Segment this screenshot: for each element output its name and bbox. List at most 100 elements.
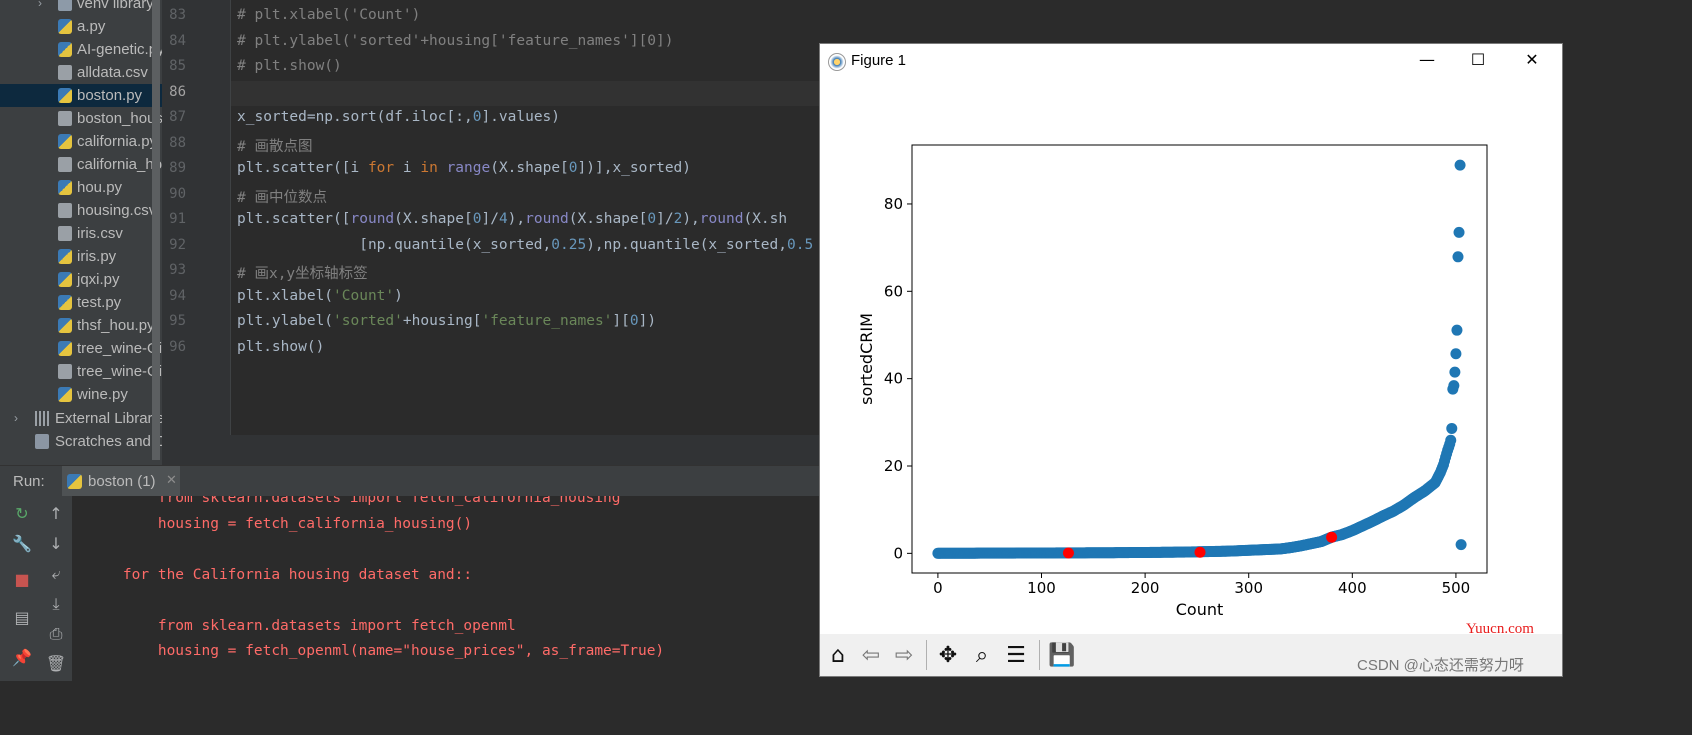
toolbar-separator <box>1039 640 1040 670</box>
tree-item[interactable]: california_ho <box>0 153 162 176</box>
code-line[interactable]: plt.scatter([i for i in range(X.shape[0]… <box>237 160 691 176</box>
maximize-button[interactable]: ☐ <box>1455 46 1501 74</box>
run-console-output[interactable]: from sklearn.datasets import fetch_calif… <box>72 496 819 681</box>
python-file-icon <box>58 318 72 333</box>
back-icon[interactable]: ⇦ <box>856 641 886 671</box>
data-point <box>1451 324 1463 336</box>
soft-wrap-icon[interactable]: ⤶ <box>44 562 68 586</box>
tree-item[interactable]: AI-genetic.py <box>0 38 162 61</box>
chevron-right-icon[interactable]: › <box>38 0 42 15</box>
folder-icon <box>58 0 72 11</box>
code-line[interactable]: # 画散点图 <box>237 135 312 156</box>
y-tick-label: 60 <box>884 282 903 300</box>
code-line[interactable]: plt.scatter([round(X.shape[0]/4),round(X… <box>237 211 787 227</box>
project-scrollbar[interactable] <box>152 0 160 460</box>
down-arrow-icon[interactable]: ↓ <box>44 532 68 556</box>
data-point <box>1446 422 1458 434</box>
home-icon[interactable]: ⌂ <box>823 641 853 671</box>
up-arrow-icon[interactable]: ↑ <box>44 502 68 526</box>
external-libraries[interactable]: › External Librarie <box>0 407 162 430</box>
figure-title-bar[interactable]: Figure 1 — ☐ ✕ <box>820 44 1562 77</box>
code-line[interactable]: plt.ylabel('sorted'+housing['feature_nam… <box>237 313 656 329</box>
quartile-point <box>1194 546 1206 558</box>
save-icon[interactable]: 💾 <box>1047 641 1077 671</box>
matplotlib-icon <box>828 53 846 71</box>
data-point <box>1450 348 1462 360</box>
line-number: 90 <box>169 185 186 202</box>
scroll-to-end-icon[interactable]: ⤓ <box>44 592 68 616</box>
code-editor[interactable]: # plt.xlabel('Count') # plt.ylabel('sorte… <box>231 0 819 435</box>
tree-item-label: tree_wine-Gi <box>77 363 162 380</box>
line-number: 85 <box>169 58 186 74</box>
code-line[interactable]: # 画x,y坐标轴标签 <box>237 262 368 283</box>
print-icon[interactable]: ⎙ <box>44 622 68 646</box>
external-libraries-label: External Librarie <box>55 410 162 427</box>
scatter-plot[interactable]: 0 100 200 300 400 500 0 20 40 60 80 Count sortedCRIM <box>820 77 1562 634</box>
python-file-icon <box>58 180 72 195</box>
code-line[interactable]: [np.quantile(x_sorted,0.25),np.quantile(… <box>237 237 813 253</box>
minimize-button[interactable]: — <box>1404 46 1450 74</box>
tree-item[interactable]: jqxi.py <box>0 268 162 291</box>
data-point <box>1454 159 1466 171</box>
tree-item-label: alldata.csv <box>77 64 148 81</box>
data-point <box>1452 251 1464 263</box>
python-file-icon <box>58 295 72 310</box>
close-tab-icon[interactable]: ✕ <box>166 473 177 488</box>
y-tick-label: 0 <box>893 544 903 562</box>
tree-item[interactable]: a.py <box>0 15 162 38</box>
tree-item[interactable]: boston.py <box>0 84 162 107</box>
quartile-point <box>1326 531 1338 543</box>
y-tick-label: 20 <box>884 457 903 475</box>
tree-item[interactable]: iris.csv <box>0 222 162 245</box>
x-tick-label: 300 <box>1234 579 1263 597</box>
scratches-and-consoles[interactable]: Scratches and C <box>0 430 162 453</box>
tree-item[interactable]: boston_hous <box>0 107 162 130</box>
x-tick-label: 100 <box>1027 579 1056 597</box>
pin-icon[interactable]: 📌 <box>10 646 34 670</box>
pan-icon[interactable]: ✥ <box>933 641 963 671</box>
tree-item[interactable]: california.py <box>0 130 162 153</box>
wrench-icon[interactable]: 🔧 <box>10 532 34 556</box>
tree-item[interactable]: alldata.csv <box>0 61 162 84</box>
layout-icon[interactable]: ▤ <box>10 606 34 630</box>
code-line[interactable]: plt.xlabel('Count') <box>237 288 403 304</box>
console-line: from sklearn.datasets import fetch_calif… <box>88 496 621 506</box>
code-line[interactable]: # plt.ylabel('sorted'+housing['feature_n… <box>237 33 674 49</box>
tree-item[interactable]: housing.csv <box>0 199 162 222</box>
zoom-icon[interactable]: ⌕ <box>967 641 997 671</box>
tree-item[interactable]: tree_wine-Gi <box>0 360 162 383</box>
tree-item[interactable]: iris.py <box>0 245 162 268</box>
close-window-button[interactable]: ✕ <box>1509 46 1555 74</box>
tree-item[interactable]: thsf_hou.py <box>0 314 162 337</box>
x-tick-label: 400 <box>1338 579 1367 597</box>
chevron-right-icon[interactable]: › <box>14 407 18 430</box>
stop-icon[interactable]: ■ <box>10 568 34 592</box>
rerun-icon[interactable]: ↻ <box>10 502 34 526</box>
data-point <box>1445 434 1457 446</box>
code-line[interactable]: # plt.show() <box>237 58 342 74</box>
y-tick-label: 40 <box>884 370 903 388</box>
code-line[interactable]: # plt.xlabel('Count') <box>237 7 420 23</box>
tree-item[interactable]: tree_wine-Gi <box>0 337 162 360</box>
line-number: 93 <box>169 262 186 278</box>
python-file-icon <box>58 341 72 356</box>
line-number: 86 <box>169 83 186 100</box>
code-line[interactable]: x_sorted=np.sort(df.iloc[:,0].values) <box>237 109 560 125</box>
line-number: 91 <box>169 211 186 227</box>
trash-icon[interactable]: 🗑 <box>44 652 68 676</box>
line-number: 95 <box>169 313 186 329</box>
line-number: 96 <box>169 338 186 355</box>
tree-item[interactable]: test.py <box>0 291 162 314</box>
line-number: 83 <box>169 7 186 23</box>
forward-icon[interactable]: ⇨ <box>889 641 919 671</box>
tree-item[interactable]: › venv library <box>0 0 162 15</box>
run-tab[interactable]: boston (1) ✕ <box>62 466 180 497</box>
configure-subplots-icon[interactable]: ☰ <box>1001 641 1031 671</box>
tree-item[interactable]: wine.py <box>0 383 162 406</box>
line-number: 84 <box>169 32 186 49</box>
python-file-icon <box>58 42 72 57</box>
code-line[interactable]: plt.show() <box>237 339 324 355</box>
line-number: 94 <box>169 287 186 304</box>
tree-item[interactable]: hou.py <box>0 176 162 199</box>
code-line[interactable]: # 画中位数点 <box>237 186 327 207</box>
